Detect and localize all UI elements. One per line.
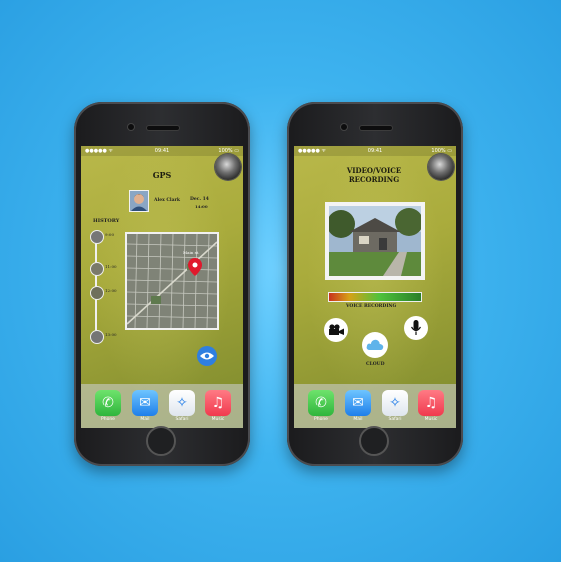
front-camera [341, 124, 347, 130]
history-item[interactable] [90, 230, 104, 244]
history-item[interactable] [90, 262, 104, 276]
video-preview[interactable] [325, 202, 425, 280]
history-item-time: 11:00 [105, 264, 117, 269]
app-dock: ✆ Phone ✉ Mail ✧ Safari ♫ Music [294, 384, 456, 428]
view-button[interactable] [197, 346, 217, 366]
music-app-button[interactable]: ♫ [205, 390, 231, 416]
avatar-photo-icon [130, 191, 148, 211]
app-logo-icon[interactable] [428, 154, 454, 180]
gps-screen: ●●●●● ᯤ 09:41 100% ▭ GPS Alex Clark Dec.… [81, 146, 243, 428]
page-title: VIDEO/VOICE RECORDING [324, 166, 424, 184]
earpiece-speaker [147, 126, 179, 130]
compass-icon: ✧ [389, 395, 401, 411]
app-logo-icon[interactable] [215, 154, 241, 180]
safari-app-label: Safari [388, 417, 402, 422]
home-button[interactable] [146, 426, 176, 456]
video-camera-button[interactable] [324, 318, 348, 342]
history-item-time: 9:00 [105, 232, 114, 237]
phone-app-label: Phone [314, 417, 328, 422]
map-view[interactable] [125, 232, 219, 330]
earpiece-speaker [360, 126, 392, 130]
history-item[interactable] [90, 286, 104, 300]
front-camera [128, 124, 134, 130]
safari-app-button[interactable]: ✧ [169, 390, 195, 416]
voice-recording-label: VOICE RECORDING [346, 304, 397, 309]
microphone-button[interactable] [404, 316, 428, 340]
date-label: Dec. 14 [190, 197, 209, 202]
cloud-icon [366, 339, 384, 350]
history-item-time: 13:00 [105, 332, 117, 337]
history-item-time: 12:00 [105, 288, 117, 293]
app-dock: ✆ Phone ✉ Mail ✧ Safari ♫ Music [81, 384, 243, 428]
eye-icon [200, 352, 214, 360]
video-frame-image [327, 206, 423, 276]
page-title: GPS [152, 170, 172, 180]
music-app-button[interactable]: ♫ [418, 390, 444, 416]
safari-app-label: Safari [175, 417, 189, 422]
music-app-label: Music [211, 417, 225, 422]
user-name: Alex Clark [154, 198, 181, 203]
status-bar: ●●●●● ᯤ 09:41 100% ▭ [294, 146, 456, 156]
location-pin-icon[interactable] [188, 258, 202, 276]
phone-app-button[interactable]: ✆ [95, 390, 121, 416]
music-note-icon: ♫ [424, 395, 438, 411]
mail-icon: ✉ [139, 395, 151, 411]
compass-icon: ✧ [176, 395, 188, 411]
mail-app-label: Mail [353, 417, 363, 422]
phone-app-label: Phone [101, 417, 115, 422]
phone-icon: ✆ [102, 395, 114, 411]
cloud-label: CLOUD [366, 362, 385, 367]
home-button[interactable] [359, 426, 389, 456]
voice-level-meter [328, 292, 422, 302]
phone-left: ●●●●● ᯤ 09:41 100% ▭ GPS Alex Clark Dec.… [74, 102, 250, 466]
page-title-line1: VIDEO/VOICE [346, 166, 402, 175]
status-bar: ●●●●● ᯤ 09:41 100% ▭ [81, 146, 243, 156]
mail-app-button[interactable]: ✉ [132, 390, 158, 416]
safari-app-button[interactable]: ✧ [382, 390, 408, 416]
history-label: HISTORY [93, 218, 120, 224]
history-item[interactable] [90, 330, 104, 344]
phone-app-button[interactable]: ✆ [308, 390, 334, 416]
phone-icon: ✆ [315, 395, 327, 411]
phone-right: ●●●●● ᯤ 09:41 100% ▭ VIDEO/VOICE RECORDI… [287, 102, 463, 466]
page-title-line2: RECORDING [348, 175, 400, 184]
map-street-label: Main st. [183, 250, 200, 255]
music-app-label: Music [424, 417, 438, 422]
mail-app-label: Mail [140, 417, 150, 422]
recording-screen: ●●●●● ᯤ 09:41 100% ▭ VIDEO/VOICE RECORDI… [294, 146, 456, 428]
video-camera-icon [329, 324, 344, 335]
time-label: 14:00 [195, 204, 208, 209]
mail-icon: ✉ [352, 395, 364, 411]
avatar[interactable] [129, 190, 149, 212]
music-note-icon: ♫ [211, 395, 225, 411]
mail-app-button[interactable]: ✉ [345, 390, 371, 416]
voice-level-fill [329, 293, 421, 301]
cloud-button[interactable] [362, 332, 388, 358]
map-image [126, 233, 218, 329]
microphone-icon [411, 320, 421, 335]
